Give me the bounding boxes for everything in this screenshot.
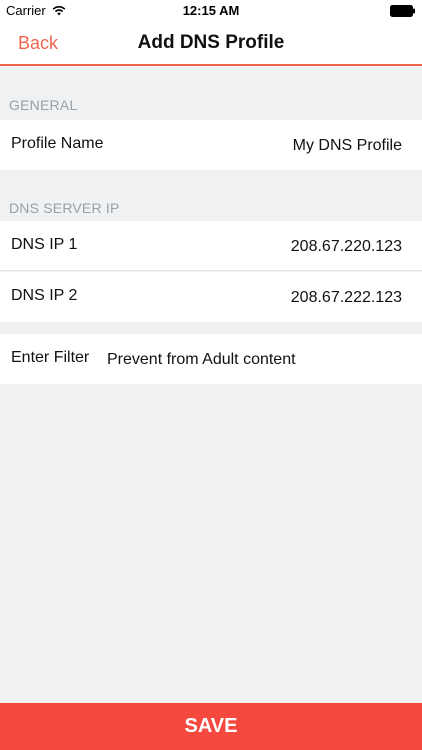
dns-ip-2-row[interactable]: DNS IP 2 208.67.222.123 [0,272,422,322]
dns-ip-2-label: DNS IP 2 [11,287,78,304]
profile-name-label: Profile Name [11,135,104,152]
battery-icon [390,5,415,17]
status-bar: Carrier 12:15 AM [0,0,422,22]
filter-label: Enter Filter [11,349,90,366]
screen: Carrier 12:15 AM Back Add DNS Profile GE… [0,0,422,750]
section-header-dns-server-ip: DNS SERVER IP [9,200,120,216]
section-header-general: GENERAL [9,97,78,113]
navigation-bar: Back Add DNS Profile [0,22,422,66]
profile-name-row[interactable]: Profile Name My DNS Profile [0,120,422,170]
dns-ip-1-label: DNS IP 1 [11,236,78,253]
page-title: Add DNS Profile [137,32,285,53]
save-button[interactable]: SAVE [0,703,422,750]
status-time: 12:15 AM [182,3,240,18]
filter-row[interactable]: Enter Filter Prevent from Adult content [0,334,422,384]
dns-ip-1-row[interactable]: DNS IP 1 208.67.220.123 [0,221,422,271]
row-divider [0,270,422,271]
dns-ip-2-field[interactable]: 208.67.222.123 [291,289,402,307]
dns-ip-1-field[interactable]: 208.67.220.123 [291,238,402,256]
filter-field[interactable]: Prevent from Adult content [107,351,296,369]
profile-name-field[interactable]: My DNS Profile [293,137,402,155]
